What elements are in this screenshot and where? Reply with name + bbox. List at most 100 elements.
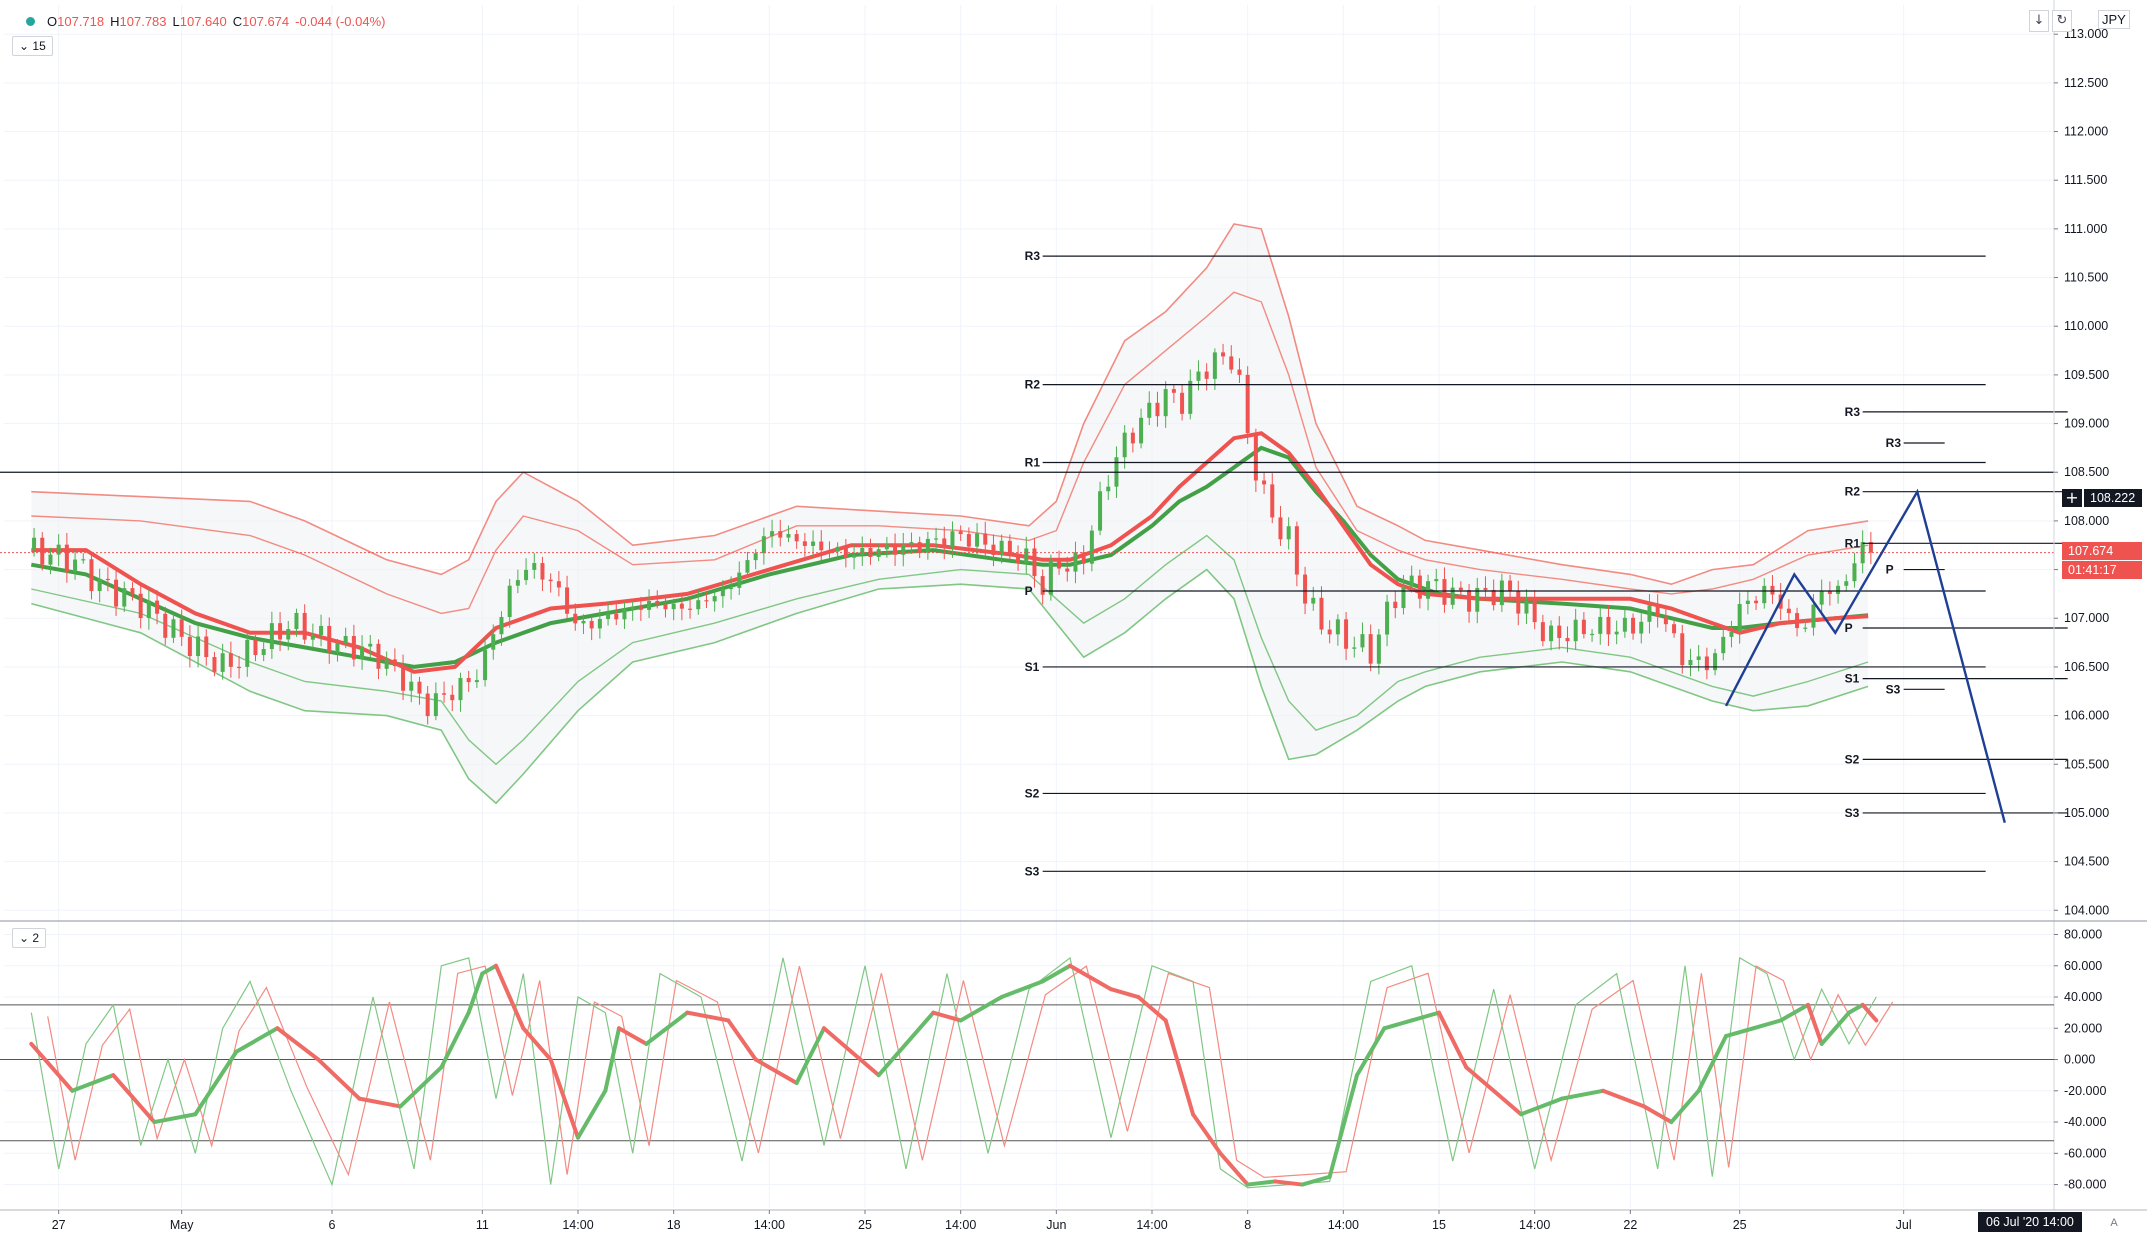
candle-body xyxy=(1713,653,1718,671)
interval-toggle-button[interactable]: ⌄ 15 xyxy=(12,36,53,56)
candle-body xyxy=(712,596,717,602)
low-label: L107.640 xyxy=(172,14,227,29)
candle-body xyxy=(1180,392,1185,414)
band-fill xyxy=(31,224,1869,804)
oscillator-main-segment xyxy=(617,1026,649,1046)
reset-button[interactable]: ↻ xyxy=(2052,10,2072,32)
candle-body xyxy=(220,653,225,672)
candle-body xyxy=(507,585,512,617)
price-tick-label: 110.000 xyxy=(2064,319,2108,333)
candle-body xyxy=(925,538,930,553)
candle-body xyxy=(1499,580,1504,606)
chart-canvas[interactable]: R3R2R1PS1S2S3R3R2R1PS1S2S3R3PS3104.00010… xyxy=(0,0,2147,1242)
oscillator-main-segment xyxy=(1642,1104,1674,1125)
oscillator-main-segment xyxy=(1382,1018,1414,1031)
oscillator-main-segment xyxy=(753,1057,799,1085)
price-tick-label: 104.000 xyxy=(2064,903,2109,917)
candle-body xyxy=(114,579,119,607)
time-tick-label: 22 xyxy=(1623,1218,1637,1232)
candle-body xyxy=(704,600,709,602)
candle-body xyxy=(491,634,496,650)
candle-body xyxy=(1663,616,1668,625)
high-label: H107.783 xyxy=(110,14,167,29)
oscillator-main-segment xyxy=(548,1057,580,1140)
candle-body xyxy=(1335,619,1340,635)
candle-body xyxy=(1426,581,1431,599)
add-plus-icon[interactable]: + xyxy=(2062,489,2082,507)
auto-scale-button[interactable]: A xyxy=(2105,1214,2123,1232)
price-tick-label: 105.000 xyxy=(2064,806,2109,820)
time-tick-label: 14:00 xyxy=(1136,1218,1167,1232)
candle-body xyxy=(319,625,324,635)
candle-body xyxy=(647,601,652,610)
candle-body xyxy=(1089,530,1094,564)
candle-body xyxy=(1836,585,1841,594)
candle-body xyxy=(1303,574,1308,604)
oscillator-main-segment xyxy=(685,1010,731,1023)
candle-body xyxy=(515,580,520,586)
candle-body xyxy=(1163,389,1168,417)
candle-body xyxy=(64,544,69,572)
candle-body xyxy=(1458,587,1463,591)
candle-body xyxy=(417,681,422,694)
price-tick-label: 109.500 xyxy=(2064,368,2109,382)
time-tick-label: May xyxy=(170,1218,194,1232)
candle-body xyxy=(1639,621,1644,634)
candle-body xyxy=(1393,601,1398,609)
ohlc-legend: O107.718 H107.783 L107.640 C107.674 -0.0… xyxy=(26,14,385,29)
candle-body xyxy=(360,646,365,660)
candle-body xyxy=(1229,356,1234,370)
candle-body xyxy=(1434,579,1439,582)
candle-body xyxy=(1016,555,1021,563)
chart-root[interactable]: R3 R2 R1 P S1 S2 S3 R3 R2 R1 P S1 S2 S3 R3 P S3 104.000 10… xyxy=(0,0,2147,1242)
low-value: 107.640 xyxy=(179,14,227,29)
candle-body xyxy=(286,629,291,640)
time-tick-label: 27 xyxy=(52,1218,66,1232)
candle-body xyxy=(663,604,668,610)
candle-body xyxy=(1516,590,1521,614)
candle-body xyxy=(524,569,529,581)
pivot-label: P xyxy=(1025,584,1033,598)
candle-body xyxy=(1598,616,1603,634)
oscillator-main-segment xyxy=(1696,1034,1728,1093)
candle-body xyxy=(556,581,561,588)
candle-body xyxy=(1483,587,1488,590)
candle-body xyxy=(901,544,906,555)
oscillator-main-segment xyxy=(576,1088,608,1140)
pivot-label: S3 xyxy=(1845,806,1860,820)
candle-body xyxy=(934,538,939,540)
candle-body xyxy=(1540,622,1545,642)
oscillator-pane-toggle-button[interactable]: ⌄ 2 xyxy=(12,928,47,948)
candle-body xyxy=(278,623,283,640)
oscillator-main-segment xyxy=(1409,1010,1441,1023)
price-tick-label: 106.500 xyxy=(2064,660,2109,674)
time-tick-label: 18 xyxy=(667,1218,681,1232)
oscillator-slow-line xyxy=(47,965,1894,1179)
last-price-tag: 107.674 xyxy=(2062,542,2142,560)
crosshair-price-tag: 108.222 xyxy=(2084,489,2142,507)
interval-label: 15 xyxy=(32,39,46,53)
candle-body xyxy=(204,636,209,658)
candle-body xyxy=(794,534,799,542)
oscillator-tick-label: 60.000 xyxy=(2064,959,2102,973)
candle-body xyxy=(1844,581,1849,586)
candle-body xyxy=(368,643,373,647)
candle-body xyxy=(1442,579,1447,605)
price-tick-label: 105.500 xyxy=(2064,757,2109,771)
scroll-down-button[interactable]: ↓ xyxy=(2029,10,2049,32)
price-axis: 104.000 104.500 105.000 105.500 106.000 106.5… xyxy=(2054,27,2109,917)
oscillator-main-segment xyxy=(234,1026,280,1054)
candle-body xyxy=(597,619,602,629)
candle-body xyxy=(852,555,857,558)
candle-body xyxy=(1327,629,1332,635)
candle-body xyxy=(1762,585,1767,604)
candle-body xyxy=(532,563,537,570)
candle-body xyxy=(245,639,250,667)
time-tick-label: 8 xyxy=(1244,1218,1251,1232)
candle-body xyxy=(1409,575,1414,587)
pivot-label: S3 xyxy=(1025,864,1040,878)
oscillator-tick-label: -60.000 xyxy=(2064,1146,2106,1160)
oscillator-main-segment xyxy=(958,995,1004,1023)
oscillator-axis: -80.000 -60.000 -40.000 -20.000 0.000 20.000 4… xyxy=(2054,928,2106,1192)
oscillator-main-line xyxy=(29,963,1879,1187)
